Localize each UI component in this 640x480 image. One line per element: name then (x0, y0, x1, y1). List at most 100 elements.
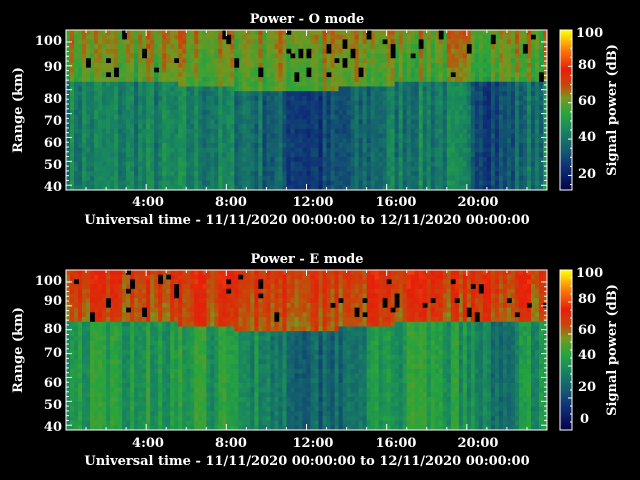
heatmap-cell (306, 147, 311, 153)
heatmap-cell (86, 397, 91, 403)
heatmap-cell (106, 326, 111, 332)
heatmap-cell (86, 411, 91, 417)
heatmap-cell (442, 114, 448, 120)
heatmap-cell (294, 138, 299, 144)
heatmap-cell (390, 119, 396, 125)
heatmap-cell (510, 157, 516, 163)
heatmap-cell (462, 77, 468, 83)
heatmap-cell (498, 95, 504, 101)
heatmap-cell (326, 171, 331, 177)
heatmap-cell (426, 147, 432, 153)
heatmap-cell (446, 166, 452, 172)
heatmap-cell (106, 307, 111, 313)
heatmap-cell (174, 133, 179, 139)
heatmap-cell (282, 62, 287, 69)
heatmap-cell (298, 119, 303, 125)
heatmap-cell (70, 312, 75, 318)
heatmap-cell (142, 161, 147, 167)
heatmap-cell (126, 124, 131, 130)
heatmap-cell (78, 387, 83, 393)
heatmap-cell (202, 62, 207, 69)
heatmap-cell (278, 133, 283, 139)
heatmap-cell (346, 30, 351, 36)
heatmap-cell (330, 180, 335, 186)
heatmap-cell (262, 62, 267, 69)
heatmap-cell (134, 152, 139, 158)
heatmap-cell (174, 105, 179, 111)
heatmap-cell (534, 67, 540, 73)
heatmap-cell (106, 415, 111, 421)
heatmap-cell (530, 128, 536, 134)
heatmap-cell (222, 58, 227, 64)
heatmap-cell (150, 128, 155, 134)
heatmap-cell (318, 86, 323, 92)
heatmap-cell (142, 166, 147, 172)
heatmap-cell (454, 67, 460, 73)
heatmap-cell (390, 30, 396, 36)
heatmap-cell (142, 39, 147, 45)
heatmap-cell (234, 124, 239, 130)
heatmap-cell (126, 411, 131, 417)
heatmap-cell (390, 138, 396, 144)
heatmap-cell (190, 100, 195, 106)
heatmap-cell (370, 138, 376, 144)
heatmap-cell (538, 53, 544, 59)
heatmap-cell (82, 359, 87, 365)
heatmap-cell (262, 152, 267, 158)
heatmap-cell (186, 171, 191, 177)
heatmap-cell (378, 62, 384, 69)
heatmap-cell (134, 175, 139, 181)
heatmap-cell (122, 312, 127, 318)
heatmap-cell (122, 354, 127, 360)
heatmap-cell (70, 364, 75, 370)
heatmap-cell (190, 161, 195, 167)
heatmap-cell (526, 62, 532, 69)
heatmap-cell (78, 58, 83, 64)
heatmap-cell (210, 133, 215, 139)
heatmap-cell (86, 406, 91, 412)
heatmap-cell (446, 67, 452, 73)
heatmap-cell (106, 331, 111, 337)
y-axis-label: Range (km) (11, 67, 26, 153)
heatmap-cell (450, 72, 456, 78)
heatmap-cell (322, 157, 327, 163)
heatmap-cell (90, 105, 95, 111)
heatmap-cell (350, 91, 355, 97)
heatmap-cell (358, 39, 364, 45)
heatmap-cell (418, 147, 424, 153)
heatmap-cell (318, 152, 323, 158)
heatmap-cell (470, 53, 476, 59)
heatmap-cell (438, 152, 444, 158)
heatmap-cell (74, 100, 79, 106)
heatmap-cell (522, 67, 528, 73)
heatmap-cell (538, 171, 544, 177)
heatmap-cell (390, 34, 396, 40)
heatmap-cell (378, 72, 384, 78)
heatmap-cell (74, 119, 79, 125)
heatmap-cell (334, 39, 339, 45)
heatmap-cell (94, 387, 99, 393)
heatmap-cell (158, 72, 163, 78)
heatmap-cell (150, 86, 155, 92)
heatmap-cell (114, 124, 119, 130)
heatmap-cell (250, 124, 255, 130)
heatmap-cell (274, 152, 279, 158)
heatmap-cell (330, 114, 335, 120)
heatmap-cell (302, 152, 307, 158)
heatmap-cell (534, 119, 540, 125)
heatmap-cell (378, 30, 384, 36)
heatmap-cell (498, 147, 504, 153)
heatmap-cell (258, 119, 263, 125)
heatmap-cell (138, 86, 143, 92)
heatmap-cell (382, 147, 388, 153)
heatmap-cell (170, 44, 175, 50)
heatmap-cell (122, 293, 127, 299)
heatmap-cell (366, 100, 372, 106)
heatmap-cell (450, 114, 456, 120)
heatmap-cell (306, 133, 311, 139)
heatmap-cell (150, 58, 155, 64)
heatmap-cell (358, 138, 364, 144)
heatmap-cell (294, 91, 299, 97)
heatmap-cell (314, 171, 319, 177)
heatmap-cell (402, 81, 408, 87)
